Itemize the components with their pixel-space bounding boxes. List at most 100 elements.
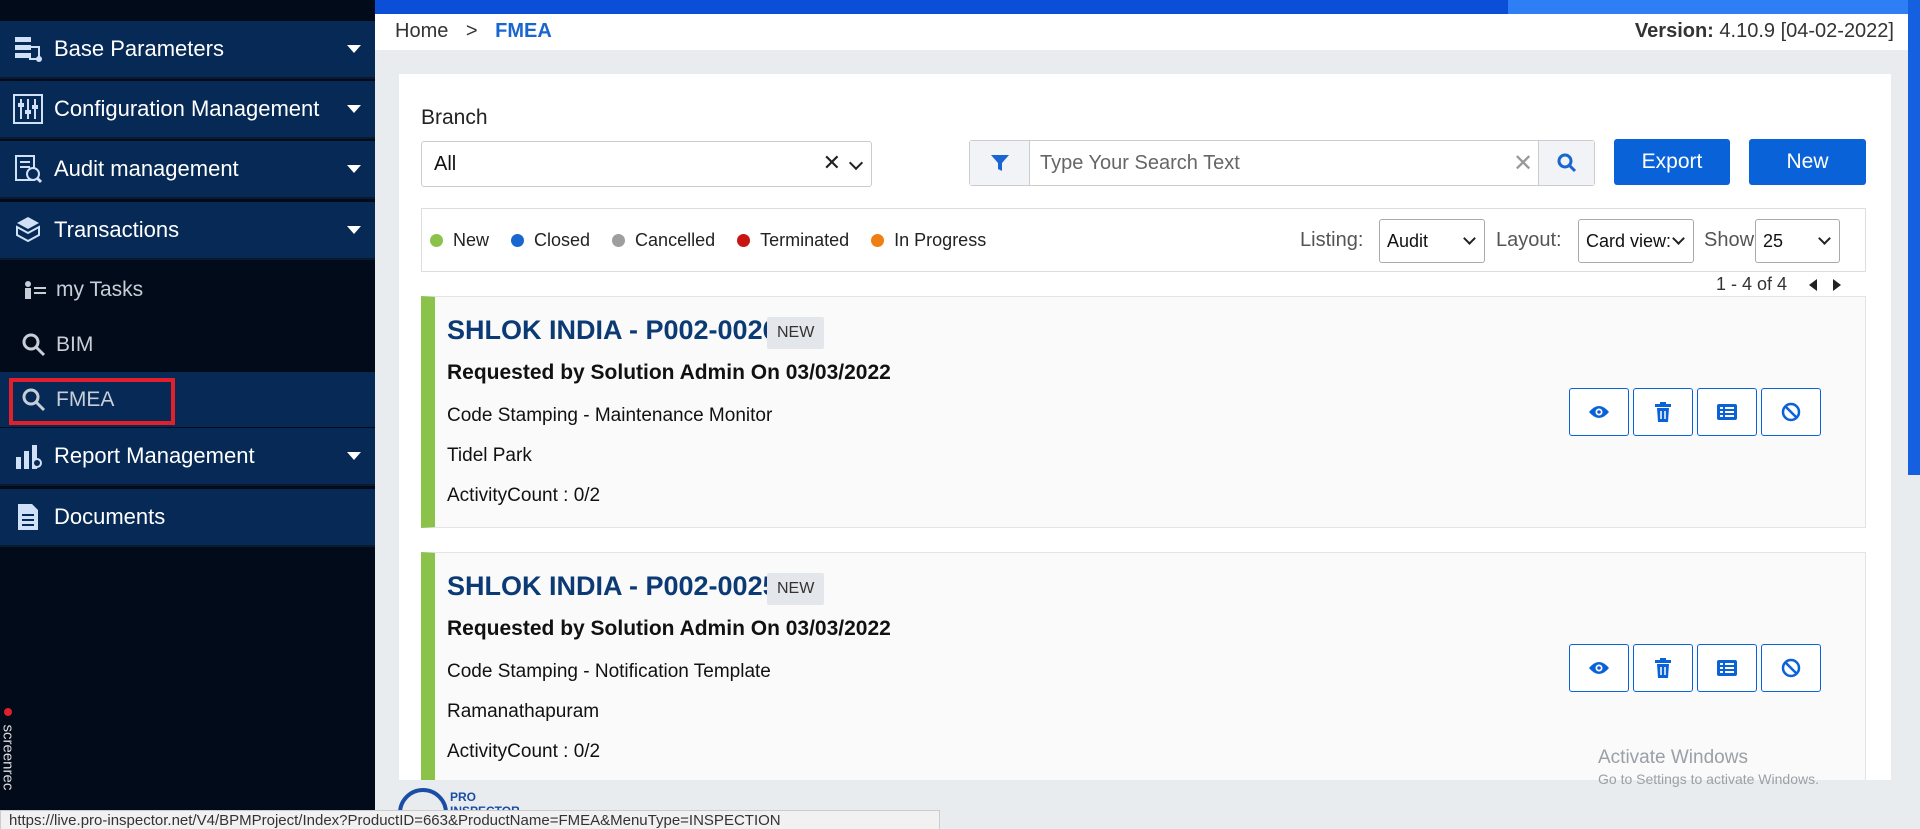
- version-value: 4.10.9 [04-02-2022]: [1719, 20, 1894, 42]
- network-icon: [12, 33, 44, 65]
- sidebar-item-audit-management[interactable]: Audit management: [0, 141, 375, 199]
- clear-icon[interactable]: ✕: [823, 150, 841, 176]
- card-requested: Requested by Solution Admin On 03/03/202…: [447, 361, 891, 384]
- search-icon: [20, 388, 48, 412]
- top-bar: [375, 0, 1920, 14]
- sidebar-subitem-label: BIM: [56, 332, 94, 356]
- layout-select[interactable]: Card view:: [1578, 219, 1694, 263]
- next-page-icon[interactable]: [1833, 278, 1842, 291]
- listing-value: Audit: [1387, 230, 1429, 251]
- layout-label: Layout:: [1496, 229, 1562, 251]
- status-badge: NEW: [767, 317, 825, 349]
- card-actions: [1565, 388, 1821, 436]
- search-icon: [20, 333, 48, 357]
- status-toolbar: New Closed Cancelled Terminated In Progr…: [421, 208, 1866, 272]
- legend-label: In Progress: [894, 229, 987, 250]
- search-box: ✕: [969, 140, 1595, 186]
- card-requested: Requested by Solution Admin On 03/03/202…: [447, 617, 891, 640]
- view-button[interactable]: [1569, 388, 1629, 436]
- listing-select[interactable]: Audit: [1379, 219, 1485, 263]
- logo-line1: PRO: [450, 790, 477, 804]
- new-button[interactable]: New: [1749, 139, 1866, 185]
- prev-page-icon[interactable]: [1809, 278, 1818, 291]
- caret-down-icon: [347, 165, 361, 173]
- sidebar-subitem-my-tasks[interactable]: my Tasks: [0, 262, 375, 317]
- transactions-icon: [12, 214, 44, 246]
- windows-watermark: Activate Windows Go to Settings to activ…: [1598, 747, 1819, 787]
- screenrec-label: screenrec: [0, 724, 17, 791]
- sidebar-item-label: Report Management: [54, 443, 255, 468]
- legend-in-progress: In Progress: [871, 230, 986, 251]
- caret-down-icon: [347, 452, 361, 460]
- sidebar-subitem-fmea[interactable]: FMEA: [0, 372, 375, 427]
- tasks-icon: [20, 280, 48, 300]
- branch-select[interactable]: All ✕: [421, 141, 872, 187]
- chevron-down-icon[interactable]: [848, 155, 864, 171]
- trash-icon: [1655, 658, 1671, 678]
- sidebar-item-label: Documents: [54, 504, 166, 529]
- view-button[interactable]: [1569, 644, 1629, 692]
- delete-button[interactable]: [1633, 388, 1693, 436]
- delete-button[interactable]: [1633, 644, 1693, 692]
- breadcrumb-home[interactable]: Home: [395, 20, 448, 42]
- status-dot-icon: [612, 233, 626, 247]
- sidebar-item-transactions[interactable]: Transactions: [0, 202, 375, 260]
- top-bar-right: [1508, 0, 1920, 14]
- clear-search-icon[interactable]: ✕: [1508, 141, 1538, 185]
- card-activity-count: ActivityCount : 0/2: [447, 485, 601, 506]
- card-actions: [1565, 644, 1821, 692]
- list-icon: [1717, 660, 1737, 676]
- report-icon: [12, 440, 44, 472]
- sidebar-item-base-parameters[interactable]: Base Parameters: [0, 21, 375, 79]
- status-dot-icon: [430, 233, 443, 247]
- watermark-subtitle: Go to Settings to activate Windows.: [1598, 771, 1819, 787]
- sidebar-subitem-bim[interactable]: BIM: [0, 317, 375, 372]
- status-dot-icon: [737, 233, 751, 247]
- status-dot-icon: [871, 233, 885, 247]
- legend-terminated: Terminated: [737, 230, 849, 251]
- sidebar-item-report-management[interactable]: Report Management: [0, 428, 375, 486]
- chevron-down-icon: [1818, 232, 1831, 245]
- chevron-down-icon: [1463, 232, 1476, 245]
- record-card[interactable]: SHLOK INDIA - P002-0026 NEW Requested by…: [421, 296, 1866, 528]
- pager: 1 - 4 of 4: [1716, 274, 1842, 295]
- card-template: Code Stamping - Notification Template: [447, 661, 771, 682]
- legend-new: New: [430, 230, 489, 251]
- ban-icon: [1781, 658, 1801, 678]
- card-title[interactable]: SHLOK INDIA - P002-0026: [447, 315, 778, 346]
- branch-value: All: [434, 152, 457, 175]
- listing-label: Listing:: [1300, 229, 1364, 251]
- sidebar-subitem-label: my Tasks: [56, 277, 144, 301]
- cancel-button[interactable]: [1761, 388, 1821, 436]
- show-label: Show: [1704, 229, 1755, 251]
- version-label: Version:: [1634, 20, 1714, 42]
- list-button[interactable]: [1697, 388, 1757, 436]
- breadcrumb-current: FMEA: [495, 20, 552, 42]
- card-title[interactable]: SHLOK INDIA - P002-0025: [447, 571, 778, 602]
- breadcrumb-separator: >: [465, 20, 478, 42]
- card-activity-count: ActivityCount : 0/2: [447, 741, 601, 762]
- sidebar-item-label: Base Parameters: [54, 36, 224, 61]
- filter-button[interactable]: [970, 141, 1030, 185]
- legend-label: New: [453, 229, 490, 250]
- sidebar-item-documents[interactable]: Documents: [0, 489, 375, 547]
- config-icon: [12, 93, 44, 125]
- sidebar-item-configuration-management[interactable]: Configuration Management: [0, 81, 375, 139]
- pager-text: 1 - 4 of 4: [1716, 274, 1788, 294]
- sidebar-subitem-label: FMEA: [56, 387, 115, 411]
- scrollbar[interactable]: [1908, 0, 1920, 475]
- list-button[interactable]: [1697, 644, 1757, 692]
- record-card[interactable]: SHLOK INDIA - P002-0025 NEW Requested by…: [421, 552, 1866, 780]
- legend-closed: Closed: [511, 230, 590, 251]
- cancel-button[interactable]: [1761, 644, 1821, 692]
- show-select[interactable]: 25: [1755, 219, 1840, 263]
- export-button[interactable]: Export: [1614, 139, 1730, 185]
- sidebar-item-label: Configuration Management: [54, 96, 320, 121]
- search-input[interactable]: [1030, 141, 1508, 185]
- layout-value: Card view:: [1586, 230, 1672, 251]
- card-location: Tidel Park: [447, 445, 532, 466]
- search-button[interactable]: [1538, 141, 1594, 185]
- header: Home > FMEA Version: 4.10.9 [04-02-2022]: [375, 14, 1920, 50]
- filter-icon: [990, 155, 1009, 171]
- trash-icon: [1655, 402, 1671, 422]
